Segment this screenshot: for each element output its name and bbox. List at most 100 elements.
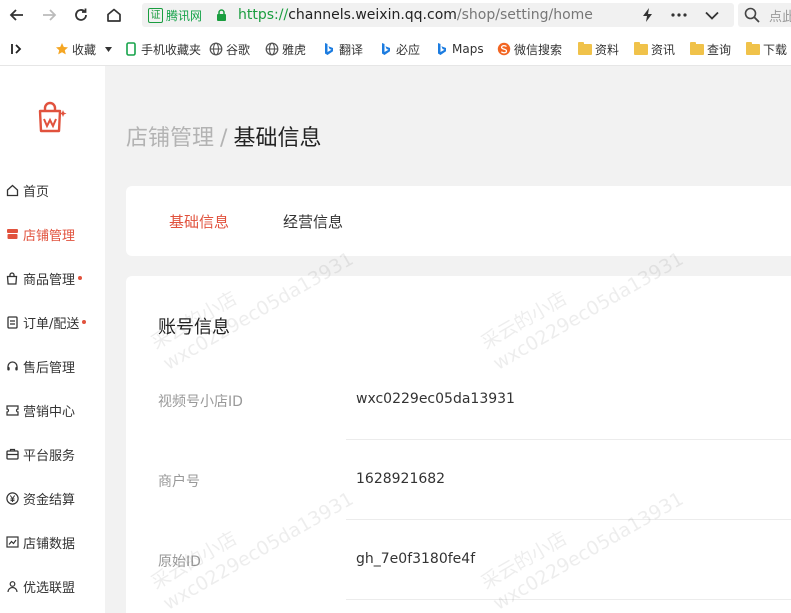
lightning-button[interactable] bbox=[639, 6, 657, 24]
reload-button[interactable] bbox=[70, 4, 92, 26]
more-dots-icon bbox=[671, 13, 687, 17]
tab-basic-info[interactable]: 基础信息 bbox=[169, 211, 229, 232]
lightning-icon bbox=[643, 8, 652, 22]
bookmark-wechat-search[interactable]: 微信搜索 bbox=[497, 40, 562, 58]
notification-dot bbox=[82, 320, 87, 324]
url-host: channels.weixin.qq.com bbox=[288, 7, 457, 23]
bookmark-translate[interactable]: 翻译 bbox=[322, 40, 363, 58]
search-icon bbox=[744, 7, 760, 23]
chevron-down-icon bbox=[705, 11, 719, 20]
sidebar-item-after-sales[interactable]: 售后管理 bbox=[0, 354, 105, 378]
breadcrumb-store-management[interactable]: 店铺管理 bbox=[126, 126, 214, 151]
chart-icon bbox=[5, 535, 19, 549]
dropdown-button[interactable] bbox=[703, 6, 721, 24]
row-divider bbox=[346, 519, 791, 520]
sidebar-item-store-data[interactable]: 店铺数据 bbox=[0, 530, 105, 554]
sidebar-item-store-management[interactable]: 店铺管理 bbox=[0, 222, 105, 246]
bookmark-google[interactable]: 谷歌 bbox=[209, 40, 250, 58]
globe-icon bbox=[209, 42, 223, 56]
folder-icon bbox=[690, 41, 704, 56]
back-button[interactable] bbox=[6, 4, 28, 26]
bookmark-bing[interactable]: 必应 bbox=[379, 40, 420, 58]
bookmark-label: Maps bbox=[452, 42, 484, 56]
bookmark-folder-materials[interactable]: 资料 bbox=[578, 40, 619, 58]
bookmark-label: 下载 bbox=[763, 42, 788, 57]
sidebar-item-platform-services[interactable]: 平台服务 bbox=[0, 442, 105, 466]
notification-dot bbox=[78, 276, 83, 280]
url-text: https://channels.weixin.qq.com/shop/sett… bbox=[238, 5, 593, 25]
page-title: 店铺管理 / 基础信息 bbox=[126, 120, 321, 152]
sidebar-item-preferred-alliance[interactable]: 优选联盟 bbox=[0, 574, 105, 598]
bag-icon bbox=[5, 271, 19, 285]
caret-down-icon bbox=[105, 46, 113, 52]
bookmark-label: 雅虎 bbox=[282, 42, 307, 57]
lock-icon bbox=[217, 9, 226, 21]
headset-icon bbox=[5, 359, 19, 373]
sidebar-item-fund-settlement[interactable]: 资金结算 bbox=[0, 486, 105, 510]
sidebar-item-orders-delivery[interactable]: 订单/配送 bbox=[0, 310, 105, 334]
merchant-number-value: 1628921682 bbox=[356, 471, 446, 487]
address-bar[interactable]: 证 腾讯网 https://channels.weixin.qq.com/sho… bbox=[142, 3, 734, 27]
sidebar-item-label: 资金结算 bbox=[23, 492, 76, 508]
bookmark-label: 微信搜索 bbox=[514, 42, 563, 57]
sidebar: 首页 店铺管理 商品管理 订单/配送 售后管理 营销中心 平台服务 资金结算 店… bbox=[0, 66, 105, 613]
site-badge-label: 腾讯网 bbox=[166, 8, 203, 23]
more-button[interactable] bbox=[670, 6, 688, 24]
order-icon bbox=[5, 315, 19, 329]
sidebar-item-label: 首页 bbox=[23, 184, 50, 200]
shop-logo-icon bbox=[38, 101, 67, 133]
sidebar-item-home[interactable]: 首页 bbox=[0, 178, 105, 202]
sidebar-toggle-button[interactable] bbox=[10, 40, 24, 58]
bookmark-mobile-favorites[interactable]: 手机收藏夹 bbox=[124, 40, 201, 58]
folder-icon bbox=[746, 41, 760, 56]
forward-button[interactable] bbox=[38, 4, 60, 26]
sidebar-item-marketing[interactable]: 营销中心 bbox=[0, 398, 105, 422]
bookmark-label: 资讯 bbox=[651, 42, 676, 57]
star-icon bbox=[55, 42, 69, 56]
bookmark-favorites[interactable]: 收藏 bbox=[55, 40, 113, 58]
search-input[interactable]: 点此 bbox=[738, 3, 791, 27]
bookmark-folder-query[interactable]: 查询 bbox=[690, 40, 731, 58]
bing-icon bbox=[435, 42, 449, 56]
sidebar-toggle-icon bbox=[11, 44, 22, 54]
url-path: /shop/setting/home bbox=[456, 7, 593, 23]
bookmark-label: 查询 bbox=[707, 42, 732, 57]
reload-icon bbox=[75, 8, 87, 21]
main-content: 店铺管理 / 基础信息 基础信息 经营信息 账号信息 视频号小店ID wxc0229… bbox=[105, 66, 791, 613]
bookmark-maps[interactable]: Maps bbox=[435, 40, 484, 58]
bookmarks-bar: 收藏 手机收藏夹 谷歌 雅虎 翻译 必应 Maps 微信搜索 资料 资讯 查询 bbox=[0, 30, 791, 66]
sidebar-item-label: 售后管理 bbox=[23, 360, 76, 376]
sidebar-item-label: 营销中心 bbox=[23, 404, 76, 420]
sidebar-item-product-management[interactable]: 商品管理 bbox=[0, 266, 105, 290]
breadcrumb-current: 基础信息 bbox=[233, 126, 322, 151]
arrow-right-icon bbox=[43, 9, 57, 21]
bookmark-folder-downloads[interactable]: 下载 bbox=[746, 40, 787, 58]
ticket-icon bbox=[5, 403, 19, 417]
site-badge: 证 腾讯网 bbox=[148, 6, 202, 24]
folder-icon bbox=[578, 41, 592, 56]
bookmark-label: 翻译 bbox=[339, 42, 364, 57]
bing-icon bbox=[322, 42, 336, 56]
bookmark-label: 资料 bbox=[595, 42, 620, 57]
bookmark-yahoo[interactable]: 雅虎 bbox=[265, 40, 306, 58]
people-icon bbox=[5, 579, 19, 593]
shop-id-value: wxc0229ec05da13931 bbox=[356, 391, 515, 407]
bookmark-folder-news[interactable]: 资讯 bbox=[634, 40, 675, 58]
original-id-value: gh_7e0f3180fe4f bbox=[356, 551, 476, 567]
phone-icon bbox=[124, 42, 138, 56]
browser-toolbar: 证 腾讯网 https://channels.weixin.qq.com/sho… bbox=[0, 0, 791, 30]
folder-icon bbox=[634, 41, 648, 56]
row-divider bbox=[346, 599, 791, 600]
house-icon bbox=[107, 8, 121, 22]
row-divider bbox=[346, 439, 791, 440]
merchant-number-label: 商户号 bbox=[158, 474, 200, 490]
home-button[interactable] bbox=[103, 4, 125, 26]
sogou-icon bbox=[497, 42, 511, 56]
sidebar-item-label: 优选联盟 bbox=[23, 580, 76, 596]
shop-id-label: 视频号小店ID bbox=[158, 394, 243, 410]
tab-business-info[interactable]: 经营信息 bbox=[283, 211, 343, 232]
bookmark-label: 谷歌 bbox=[226, 42, 251, 57]
bookmark-label: 手机收藏夹 bbox=[141, 42, 202, 57]
sidebar-item-label: 店铺管理 bbox=[23, 228, 76, 244]
briefcase-icon bbox=[5, 447, 19, 461]
